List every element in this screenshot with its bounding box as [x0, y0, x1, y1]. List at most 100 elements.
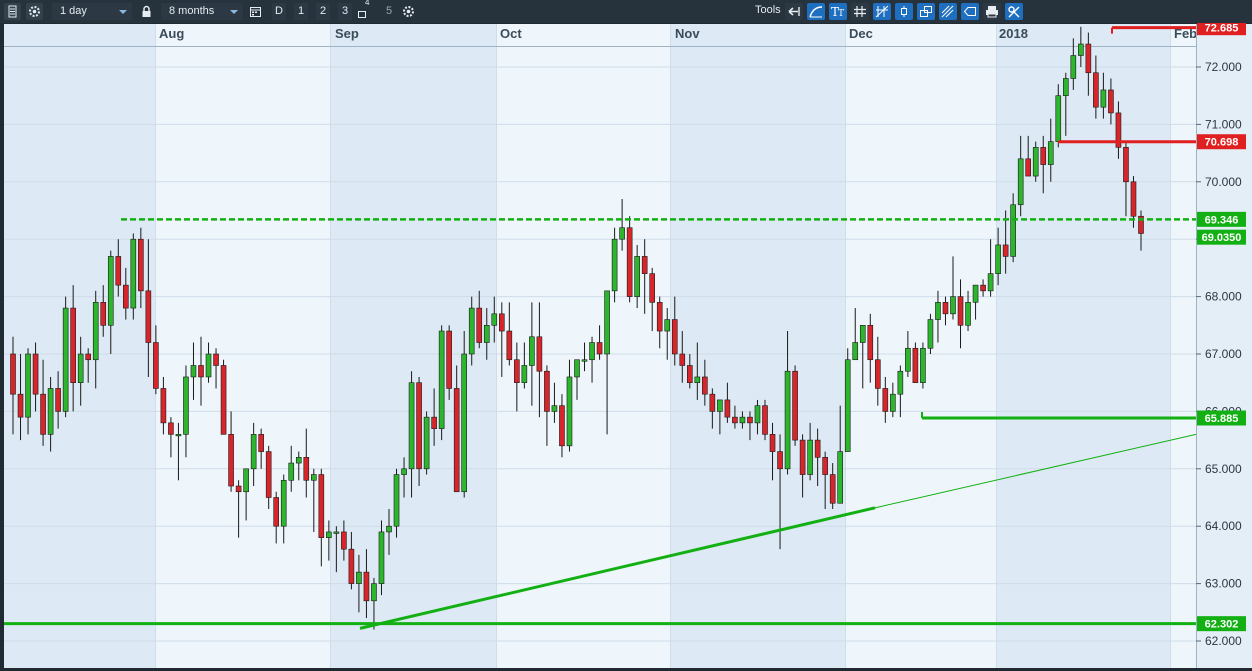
candle-up	[784, 370, 791, 470]
print-icon[interactable]	[983, 3, 1001, 20]
menu-icon[interactable]	[4, 3, 21, 20]
candle-up	[995, 244, 1001, 274]
candle-up	[356, 571, 362, 584]
calendar-icon[interactable]	[247, 3, 264, 20]
candle-up	[468, 307, 475, 355]
candle-down	[160, 388, 167, 424]
candle-down	[476, 307, 483, 343]
tools-label: Tools	[755, 4, 781, 16]
price-tag-label: 72.685	[1205, 23, 1239, 35]
candle-down	[656, 302, 663, 332]
y-tick-label: 65.000	[1205, 462, 1242, 476]
back-arrow-icon[interactable]	[785, 3, 803, 20]
candle-up	[205, 353, 212, 378]
period-d-button[interactable]: D	[272, 3, 286, 20]
candle-down	[874, 359, 881, 389]
label-icon[interactable]	[961, 3, 979, 20]
candle-down	[747, 416, 753, 424]
period-5-button[interactable]: 5	[382, 3, 396, 20]
candle-down	[416, 382, 422, 470]
candle-down	[235, 485, 242, 493]
price-tag-label: 65.885	[1205, 413, 1239, 425]
gear-icon[interactable]	[26, 3, 43, 20]
candle-down	[942, 302, 949, 315]
month-band	[670, 24, 845, 668]
period-4-button[interactable]: 4	[356, 0, 373, 20]
layers-icon[interactable]	[917, 3, 935, 20]
y-tick-label: 67.000	[1205, 347, 1242, 361]
candle-down	[10, 353, 16, 395]
period-3-button[interactable]: 3	[338, 3, 352, 20]
curve-icon[interactable]	[807, 3, 825, 20]
candle-down	[882, 388, 889, 412]
candle-up	[1063, 78, 1069, 97]
y-tick-label: 72.000	[1205, 60, 1242, 74]
candle-up	[371, 583, 377, 602]
candle-down	[641, 256, 648, 274]
interval-select[interactable]: 1 day	[52, 3, 132, 20]
candle-icon[interactable]	[895, 3, 913, 20]
candle-down	[431, 416, 437, 429]
candle-up	[1032, 147, 1039, 177]
y-tick-label: 62.000	[1205, 634, 1242, 648]
candle-down	[138, 238, 144, 292]
candle-down	[198, 365, 204, 378]
candle-down	[17, 393, 24, 418]
y-tick-label: 68.000	[1205, 290, 1242, 304]
chevron-down-icon	[119, 10, 127, 14]
candle-up	[288, 462, 295, 481]
settings-toggle-icon[interactable]	[1005, 3, 1023, 20]
candle-down	[686, 365, 693, 384]
candle-up	[326, 531, 332, 538]
candle-up	[1047, 141, 1054, 165]
candle-down	[1040, 147, 1047, 165]
candle-up	[92, 302, 99, 361]
range-select[interactable]: 8 months	[161, 3, 243, 20]
candle-down	[70, 307, 76, 383]
month-band	[496, 24, 670, 668]
candle-up	[972, 284, 979, 303]
gear-icon[interactable]	[400, 3, 417, 20]
candle-up	[807, 439, 813, 475]
candle-down	[1108, 89, 1114, 114]
x-tick-label: Dec	[849, 26, 873, 41]
price-tag-label: 69.0350	[1202, 232, 1242, 244]
candle-up	[243, 468, 249, 493]
candle-up	[965, 302, 971, 326]
grid-icon[interactable]	[851, 3, 869, 20]
candle-down	[769, 434, 776, 452]
crosshair-icon[interactable]	[873, 3, 891, 20]
candle-down	[536, 336, 543, 372]
candle-up	[844, 359, 851, 452]
candle-up	[754, 405, 761, 424]
month-band	[155, 24, 330, 668]
candle-down	[498, 313, 505, 332]
candle-up	[483, 324, 490, 343]
candle-up	[634, 256, 640, 297]
candle-up	[529, 336, 535, 366]
candle-up	[739, 416, 746, 424]
candle-down	[1085, 43, 1092, 74]
candle-up	[250, 434, 257, 470]
candle-down	[649, 273, 656, 303]
candle-up	[175, 434, 182, 437]
candle-up	[401, 468, 407, 475]
candle-down	[799, 439, 806, 475]
candle-down	[822, 457, 828, 475]
candle-down	[1093, 72, 1099, 108]
candle-down	[303, 457, 310, 481]
candle-down	[829, 474, 836, 504]
month-band	[4, 24, 155, 668]
lock-icon[interactable]	[138, 3, 155, 20]
period-1-button[interactable]: 1	[294, 3, 308, 20]
candle-down	[1002, 244, 1009, 257]
candle-up	[604, 290, 610, 355]
candle-up	[905, 347, 911, 372]
candle-down	[777, 451, 783, 470]
fork-icon[interactable]	[939, 3, 957, 20]
candle-down	[265, 451, 272, 498]
text-tool-icon[interactable]: TT	[829, 3, 847, 20]
candle-down	[1130, 181, 1137, 217]
price-tag-label: 69.346	[1205, 214, 1239, 226]
period-2-button[interactable]: 2	[316, 3, 330, 20]
